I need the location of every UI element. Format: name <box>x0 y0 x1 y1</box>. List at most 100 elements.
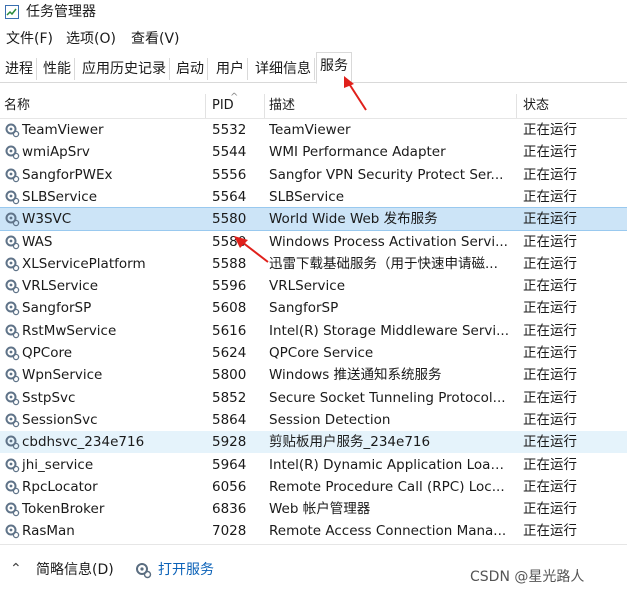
service-row[interactable]: W3SVC 5580 World Wide Web 发布服务 正在运行 <box>0 207 627 232</box>
column-divider[interactable] <box>264 94 265 118</box>
watermark: CSDN @星光路人 <box>470 569 585 585</box>
service-row[interactable]: TeamViewer 5532 TeamViewer 正在运行 <box>0 119 627 141</box>
column-header: 名称 ^ PID 描述 状态 <box>0 92 627 119</box>
service-name: wmiApSrv <box>22 144 90 161</box>
service-row[interactable]: WpnService 5800 Windows 推送通知系统服务 正在运行 <box>0 364 627 386</box>
column-pid[interactable]: PID <box>212 97 234 115</box>
service-status: 正在运行 <box>523 434 577 451</box>
service-row[interactable]: RpcLocator 6056 Remote Procedure Call (RPC… <box>0 476 627 498</box>
service-gear-icon <box>5 458 20 472</box>
service-description: Intel(R) Storage Middleware Servi... <box>269 322 509 339</box>
service-pid: 5928 <box>212 434 247 451</box>
service-row[interactable]: TokenBroker 6836 Web 帐户管理器 正在运行 <box>0 498 627 520</box>
service-row[interactable]: cbdhsvc_234e716 5928 剪贴板用户服务_234e716 正在运行 <box>0 431 627 454</box>
service-description: Secure Socket Tunneling Protocol... <box>269 389 506 406</box>
service-gear-icon <box>5 123 20 138</box>
service-row[interactable]: QPCore 5624 QPCore Service 正在运行 <box>0 342 627 364</box>
menu-options[interactable]: 选项(O) <box>66 30 116 48</box>
window-title: 任务管理器 <box>26 4 96 20</box>
column-divider[interactable] <box>516 94 517 118</box>
service-status: 正在运行 <box>523 233 577 250</box>
tab-app-history[interactable]: 应用历史记录 <box>79 58 170 80</box>
chevron-up-icon[interactable]: ⌃ <box>10 561 22 577</box>
service-status: 正在运行 <box>523 300 577 317</box>
service-gear-icon <box>5 346 20 361</box>
service-gear-icon <box>5 257 20 272</box>
service-description: TeamViewer <box>269 122 351 138</box>
service-gear-icon <box>5 301 20 316</box>
column-status[interactable]: 状态 <box>523 97 549 115</box>
service-name: XLServicePlatform <box>22 255 146 272</box>
service-description: Session Detection <box>269 411 391 428</box>
service-row[interactable]: SangforSP 5608 SangforSP 正在运行 <box>0 297 627 319</box>
service-pid: 6056 <box>212 478 247 495</box>
annotation-arrow-tab <box>344 76 367 111</box>
service-row[interactable]: XLServicePlatform 5588 迅雷下载基础服务（用于快速申请磁...… <box>0 253 627 275</box>
service-row[interactable]: SangforPWEx 5556 Sangfor VPN Security Prot… <box>0 164 627 186</box>
service-row[interactable]: wmiApSrv 5544 WMI Performance Adapter 正在运行 <box>0 141 627 163</box>
service-gear-icon <box>5 168 20 182</box>
service-status: 正在运行 <box>523 278 577 295</box>
annotation-arrow-pid <box>234 236 269 263</box>
service-gear-icon <box>5 502 20 517</box>
service-name: WAS <box>22 233 53 250</box>
column-description[interactable]: 描述 <box>269 97 295 115</box>
service-pid: 5580 <box>212 211 247 228</box>
column-divider[interactable] <box>205 94 206 118</box>
tab-strip: 进程 性能 应用历史记录 启动 用户 详细信息 服务 <box>0 52 627 84</box>
menu-bar: 文件(F) 选项(O) 查看(V) <box>0 28 627 50</box>
service-name: SessionSvc <box>22 411 98 428</box>
service-description: Windows 推送通知系统服务 <box>269 367 442 384</box>
service-gear-icon <box>5 391 20 405</box>
tab-details[interactable]: 详细信息 <box>252 58 315 80</box>
service-pid: 5564 <box>212 188 247 205</box>
service-name: cbdhsvc_234e716 <box>22 434 145 451</box>
service-name: WpnService <box>22 367 103 384</box>
service-status: 正在运行 <box>523 389 577 406</box>
service-pid: 5800 <box>212 367 247 384</box>
service-row[interactable]: jhi_service 5964 Intel(R) Dynamic Applicat… <box>0 454 627 476</box>
service-status: 正在运行 <box>523 188 577 205</box>
service-description: 迅雷下载基础服务（用于快速申请磁... <box>269 255 498 272</box>
service-status: 正在运行 <box>523 456 577 473</box>
service-gear-icon <box>5 480 20 495</box>
service-pid: 5544 <box>212 144 247 161</box>
service-pid: 5624 <box>212 345 247 361</box>
menu-file[interactable]: 文件(F) <box>6 30 53 48</box>
tab-performance[interactable]: 性能 <box>40 58 75 80</box>
service-row[interactable]: RstMwService 5616 Intel(R) Storage Middlew… <box>0 320 627 342</box>
service-pid: 5532 <box>212 122 247 138</box>
service-name: TokenBroker <box>22 501 105 518</box>
service-name: SangforSP <box>22 300 92 317</box>
service-row[interactable]: SLBService 5564 SLBService 正在运行 <box>0 186 627 208</box>
open-services-link[interactable]: 打开服务 <box>158 561 214 579</box>
tab-startup[interactable]: 启动 <box>173 58 208 80</box>
service-status: 正在运行 <box>523 501 577 518</box>
service-name: TeamViewer <box>22 122 104 138</box>
column-name[interactable]: 名称 <box>4 97 30 115</box>
menu-view[interactable]: 查看(V) <box>131 30 180 48</box>
tab-users[interactable]: 用户 <box>213 58 248 80</box>
service-name: SLBService <box>22 188 98 205</box>
service-name: QPCore <box>22 345 73 361</box>
service-row[interactable]: VRLService 5596 VRLService 正在运行 <box>0 275 627 297</box>
service-status: 正在运行 <box>523 322 577 339</box>
service-gear-icon <box>5 145 20 160</box>
service-description: Remote Procedure Call (RPC) Loc... <box>269 478 505 495</box>
service-description: VRLService <box>269 278 346 295</box>
service-name: RstMwService <box>22 322 117 339</box>
service-row[interactable]: WAS 5580 Windows Process Activation Servi.… <box>0 231 627 253</box>
service-row[interactable]: SstpSvc 5852 Secure Socket Tunneling Proto… <box>0 387 627 409</box>
service-gear-icon <box>5 212 20 227</box>
service-gear-icon <box>5 324 20 338</box>
fewer-details-link[interactable]: 简略信息(D) <box>36 561 114 579</box>
service-pid: 6836 <box>212 501 247 518</box>
service-row[interactable]: RasMan 7028 Remote Access Connection Mana.… <box>0 520 627 542</box>
service-gear-icon <box>5 235 20 249</box>
service-description: Web 帐户管理器 <box>269 501 371 518</box>
service-description: Sangfor VPN Security Protect Ser... <box>269 166 504 183</box>
service-row[interactable]: SessionSvc 5864 Session Detection 正在运行 <box>0 409 627 431</box>
service-name: SstpSvc <box>22 389 76 406</box>
tab-processes[interactable]: 进程 <box>2 58 37 80</box>
service-gear-icon <box>5 524 20 539</box>
